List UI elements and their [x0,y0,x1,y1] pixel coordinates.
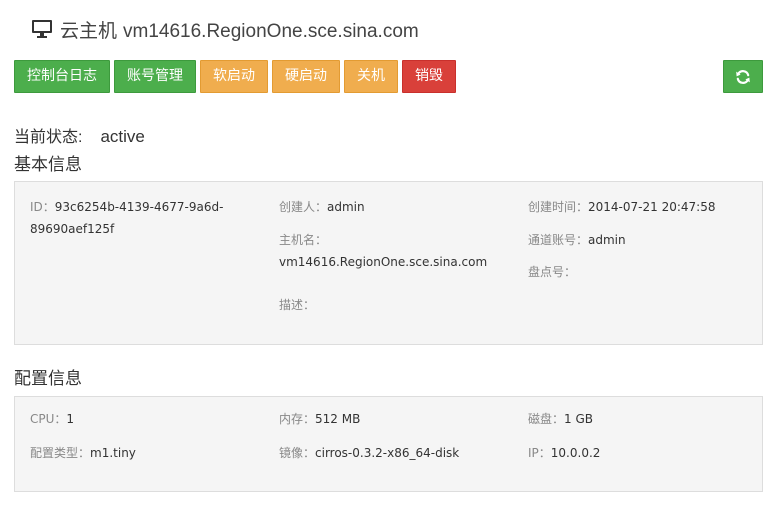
description-label: 描述： [279,298,316,312]
basic-info-title: 基本信息 [14,155,82,174]
id-value-line2: 89690aef125f [30,222,115,236]
image-field: 镜像：cirros-0.3.2-x86_64-disk [279,442,459,464]
hostname-label: 主机名： [279,233,328,247]
basic-info-panel: ID：93c6254b-4139-4677-9a6d- 89690aef125f… [14,181,763,345]
channel-account-label: 通道账号： [528,233,589,247]
destroy-button[interactable]: 销毁 [402,60,456,93]
flavor-field: 配置类型：m1.tiny [30,442,136,464]
hostname-value: vm14616.RegionOne.sce.sina.com [279,255,488,269]
channel-account-value: admin [588,233,626,247]
refresh-icon [736,69,750,84]
console-log-button[interactable]: 控制台日志 [14,60,110,93]
monitor-icon [32,20,52,38]
disk-value: 1 GB [564,412,593,426]
created-time-field: 创建时间：2014-07-21 20:47:58 [528,196,715,218]
flavor-value: m1.tiny [90,446,136,460]
disk-field: 磁盘：1 GB [528,408,593,430]
inventory-number-label: 盘点号： [528,265,577,279]
page: 云主机 vm14616.RegionOne.sce.sina.com 控制台日志 … [0,0,777,518]
disk-label: 磁盘： [528,412,565,426]
soft-reboot-button[interactable]: 软启动 [200,60,268,93]
memory-value: 512 MB [315,412,361,426]
cpu-field: CPU：1 [30,408,74,430]
page-header: 云主机 vm14616.RegionOne.sce.sina.com [31,16,419,42]
created-time-label: 创建时间： [528,200,589,214]
memory-field: 内存：512 MB [279,408,360,430]
status-line: 当前状态: active [14,123,145,147]
description-field: 描述： [279,294,315,316]
account-management-button[interactable]: 账号管理 [114,60,196,93]
creator-label: 创建人： [279,200,328,214]
page-title-hostname: vm14616.RegionOne.sce.sina.com [123,20,419,42]
image-label: 镜像： [279,446,316,460]
creator-value: admin [327,200,365,214]
ip-field: IP：10.0.0.2 [528,442,600,464]
flavor-label: 配置类型： [30,446,91,460]
page-title: 云主机 vm14616.RegionOne.sce.sina.com [60,16,419,43]
hostname-field: 主机名： vm14616.RegionOne.sce.sina.com [279,229,487,273]
shutdown-button[interactable]: 关机 [344,60,398,93]
ip-value: 10.0.0.2 [550,446,601,460]
refresh-button[interactable] [723,60,763,93]
config-info-title: 配置信息 [14,369,82,388]
action-toolbar: 控制台日志 账号管理 软启动 硬启动 关机 销毁 [14,60,460,93]
ip-label: IP： [528,446,551,460]
created-time-value: 2014-07-21 20:47:58 [588,200,716,214]
channel-account-field: 通道账号：admin [528,229,626,251]
cpu-value: 1 [66,412,75,426]
status-label: 当前状态: [14,129,83,146]
inventory-number-field: 盘点号： [528,261,576,283]
config-info-panel: CPU：1 内存：512 MB 磁盘：1 GB 配置类型：m1.tiny 镜像：… [14,396,763,492]
id-field: ID：93c6254b-4139-4677-9a6d- 89690aef125f [30,196,223,240]
page-title-prefix: 云主机 [60,20,118,42]
memory-label: 内存： [279,412,316,426]
id-value-line1: 93c6254b-4139-4677-9a6d- [54,200,224,214]
status-value: active [100,127,145,146]
creator-field: 创建人：admin [279,196,365,218]
cpu-label: CPU： [30,412,67,426]
id-label: ID： [30,200,55,214]
hard-reboot-button[interactable]: 硬启动 [272,60,340,93]
image-value: cirros-0.3.2-x86_64-disk [315,446,460,460]
